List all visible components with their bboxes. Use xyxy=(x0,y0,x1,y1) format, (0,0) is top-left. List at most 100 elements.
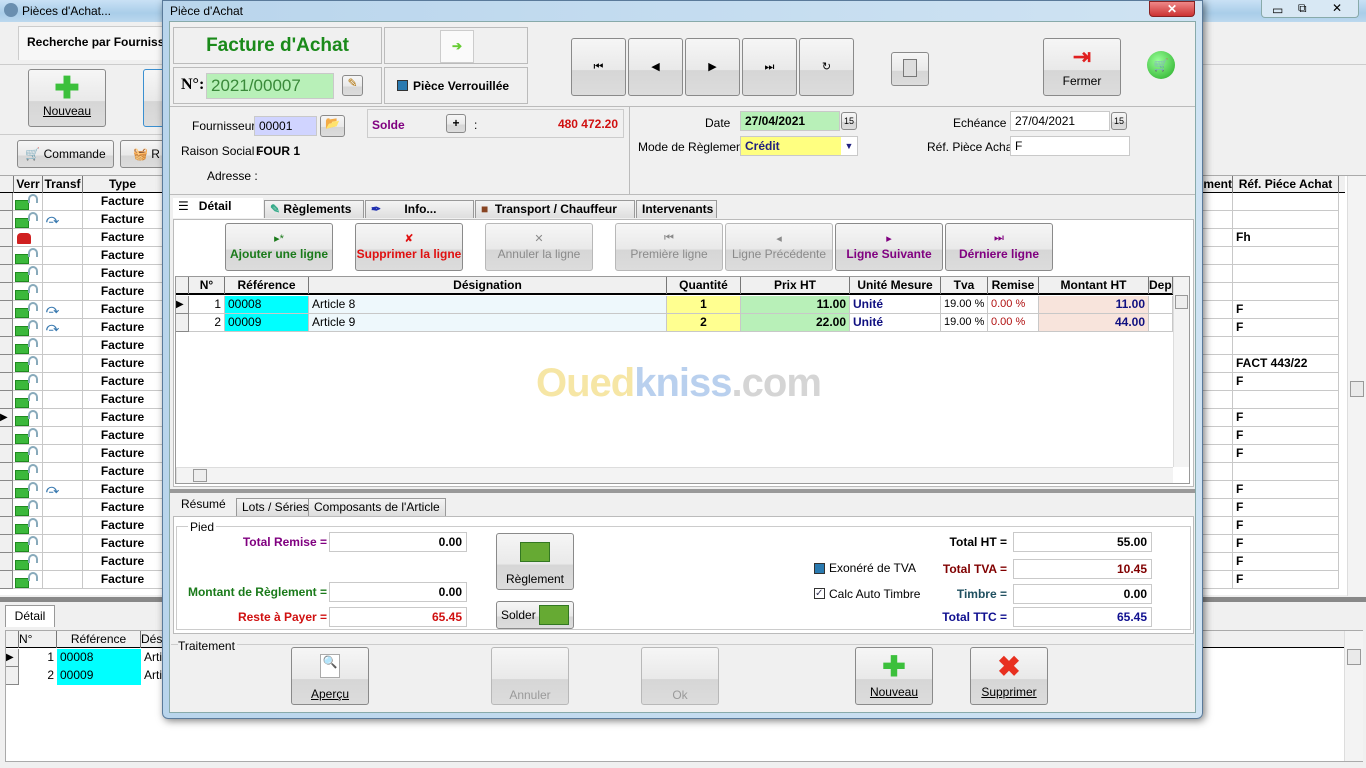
splitter[interactable] xyxy=(170,489,1195,493)
header-type[interactable]: Type xyxy=(83,176,163,193)
header-n[interactable]: N° xyxy=(19,631,57,648)
echeance-calendar-button[interactable]: 15 xyxy=(1111,112,1127,130)
row-selector[interactable] xyxy=(6,667,19,685)
tab-info[interactable]: ✒ Info... xyxy=(365,200,474,218)
tab-resume[interactable]: Résumé xyxy=(176,496,232,516)
close-form-button[interactable]: ⇥ Fermer xyxy=(1043,38,1121,96)
scroll-thumb[interactable] xyxy=(1347,649,1361,665)
row-selector[interactable] xyxy=(0,193,13,211)
tab-transport[interactable]: ■ Transport / Chauffeur xyxy=(475,200,635,218)
line-button-5[interactable]: ▸ Ligne Suivante xyxy=(835,223,943,271)
timbre-auto-checkbox[interactable]: ✓ xyxy=(814,588,825,599)
fournisseur-field[interactable]: 00001 xyxy=(254,116,317,136)
header-qte[interactable]: Quantité xyxy=(667,277,741,294)
commande-button[interactable]: 🛒 Commande xyxy=(17,140,114,168)
row-selector[interactable] xyxy=(0,427,13,445)
tab-composants[interactable]: Composants de l'Article xyxy=(308,498,446,516)
line-button-1[interactable]: ✘ Supprimer la ligne xyxy=(355,223,463,271)
line-prix-cell[interactable]: 22.00 xyxy=(741,314,850,332)
row-selector[interactable] xyxy=(0,283,13,301)
mode-select[interactable]: Crédit ▼ xyxy=(740,136,858,156)
row-selector[interactable] xyxy=(0,337,13,355)
prev-record-button[interactable]: ◀ xyxy=(628,38,683,96)
row-selector[interactable] xyxy=(0,481,13,499)
line-prix-cell[interactable]: 11.00 xyxy=(741,296,850,314)
row-selector[interactable] xyxy=(0,499,13,517)
nouveau-button[interactable]: ✚ Nouveau xyxy=(855,647,933,705)
row-selector[interactable]: ▶ xyxy=(0,409,13,427)
search-tab[interactable]: Recherche par Fournisseur xyxy=(18,26,168,60)
close-icon[interactable]: ✕ xyxy=(1332,1,1342,15)
header-unite[interactable]: Unité Mesure xyxy=(850,277,941,294)
header-ref[interactable]: Référence xyxy=(225,277,309,294)
row-selector[interactable] xyxy=(0,265,13,283)
header-verr[interactable]: Verr xyxy=(14,176,43,193)
header-remise[interactable]: Remise xyxy=(988,277,1039,294)
line-depo-cell[interactable] xyxy=(1149,296,1173,314)
line-depo-cell[interactable] xyxy=(1149,314,1173,332)
header-montant[interactable]: Montant HT xyxy=(1039,277,1149,294)
detail-scrollbar[interactable] xyxy=(1344,631,1363,761)
line-remise-cell[interactable]: 0.00 % xyxy=(988,314,1039,332)
annuler-button[interactable]: Annuler xyxy=(491,647,569,705)
line-qte-cell[interactable]: 1 xyxy=(667,296,741,314)
detail-ref-cell[interactable]: 00008 xyxy=(57,649,141,667)
header-prix[interactable]: Prix HT xyxy=(741,277,850,294)
restore-icon[interactable]: ⧉ xyxy=(1298,1,1307,16)
row-selector[interactable] xyxy=(0,319,13,337)
echeance-field[interactable]: 27/04/2021 xyxy=(1010,111,1110,131)
row-selector[interactable] xyxy=(0,571,13,589)
line-n-cell[interactable]: 2 xyxy=(189,314,225,332)
date-field[interactable]: 27/04/2021 xyxy=(740,111,840,131)
row-selector[interactable] xyxy=(0,301,13,319)
row-selector[interactable] xyxy=(0,373,13,391)
solder-button[interactable]: Solder xyxy=(496,601,574,629)
row-selector[interactable] xyxy=(0,229,13,247)
ref-piece-field[interactable]: F xyxy=(1010,136,1130,156)
detail-ref-cell[interactable]: 00009 xyxy=(57,667,141,685)
line-button-2[interactable]: ✕ Annuler la ligne xyxy=(485,223,593,271)
line-unite-cell[interactable]: Unité xyxy=(850,314,941,332)
tab-detail[interactable]: ☰ Détail xyxy=(173,198,263,218)
minimize-icon[interactable]: ▭ xyxy=(1272,3,1283,17)
reglement-button[interactable]: Règlement xyxy=(496,533,574,590)
apercu-button[interactable]: 🔍 Aperçu xyxy=(291,647,369,705)
tab-reglements[interactable]: ✎ Règlements xyxy=(264,200,364,218)
header-reference[interactable]: Référence xyxy=(57,631,141,648)
lines-h-scrollbar[interactable] xyxy=(176,467,1173,483)
refresh-button[interactable]: ↻ xyxy=(799,38,854,96)
bg-detail-tab[interactable]: Détail xyxy=(5,605,55,627)
line-button-4[interactable]: ◂ Ligne Précédente xyxy=(725,223,833,271)
row-selector[interactable] xyxy=(0,211,13,229)
grid-scrollbar[interactable] xyxy=(1347,176,1366,596)
chevron-down-icon[interactable]: ▼ xyxy=(841,137,857,155)
line-ref-cell[interactable]: 00008 xyxy=(225,296,309,314)
row-selector[interactable]: ▶ xyxy=(6,649,19,667)
next-record-button[interactable]: ▶ xyxy=(685,38,740,96)
last-record-button[interactable]: ⏭ xyxy=(742,38,797,96)
line-montant-cell[interactable]: 44.00 xyxy=(1039,314,1149,332)
row-selector[interactable] xyxy=(176,314,189,332)
header-n[interactable]: N° xyxy=(189,277,225,294)
line-montant-cell[interactable]: 11.00 xyxy=(1039,296,1149,314)
scroll-thumb[interactable] xyxy=(1175,295,1188,309)
row-selector[interactable] xyxy=(0,391,13,409)
number-field[interactable]: 2021/00007 xyxy=(206,73,334,99)
line-button-3[interactable]: ⏮ Première ligne xyxy=(615,223,723,271)
header-ref-piece[interactable]: Réf. Piéce Achat xyxy=(1233,176,1339,193)
browse-supplier-button[interactable]: 📂 xyxy=(320,115,345,137)
line-n-cell[interactable]: 1 xyxy=(189,296,225,314)
row-selector[interactable] xyxy=(0,553,13,571)
row-selector[interactable] xyxy=(0,535,13,553)
dialog-close-button[interactable]: ✕ xyxy=(1149,1,1195,17)
line-qte-cell[interactable]: 2 xyxy=(667,314,741,332)
solde-plus-button[interactable]: + xyxy=(446,114,466,133)
exonere-checkbox[interactable] xyxy=(814,563,825,574)
locked-checkbox[interactable] xyxy=(397,80,408,91)
header-des[interactable]: Désignation xyxy=(309,277,667,294)
header-transf[interactable]: Transf xyxy=(43,176,83,193)
document-transfer-icon[interactable]: ➔ xyxy=(440,30,474,63)
row-selector[interactable] xyxy=(0,355,13,373)
line-button-6[interactable]: ⏭ Dérniere ligne xyxy=(945,223,1053,271)
line-ref-cell[interactable]: 00009 xyxy=(225,314,309,332)
